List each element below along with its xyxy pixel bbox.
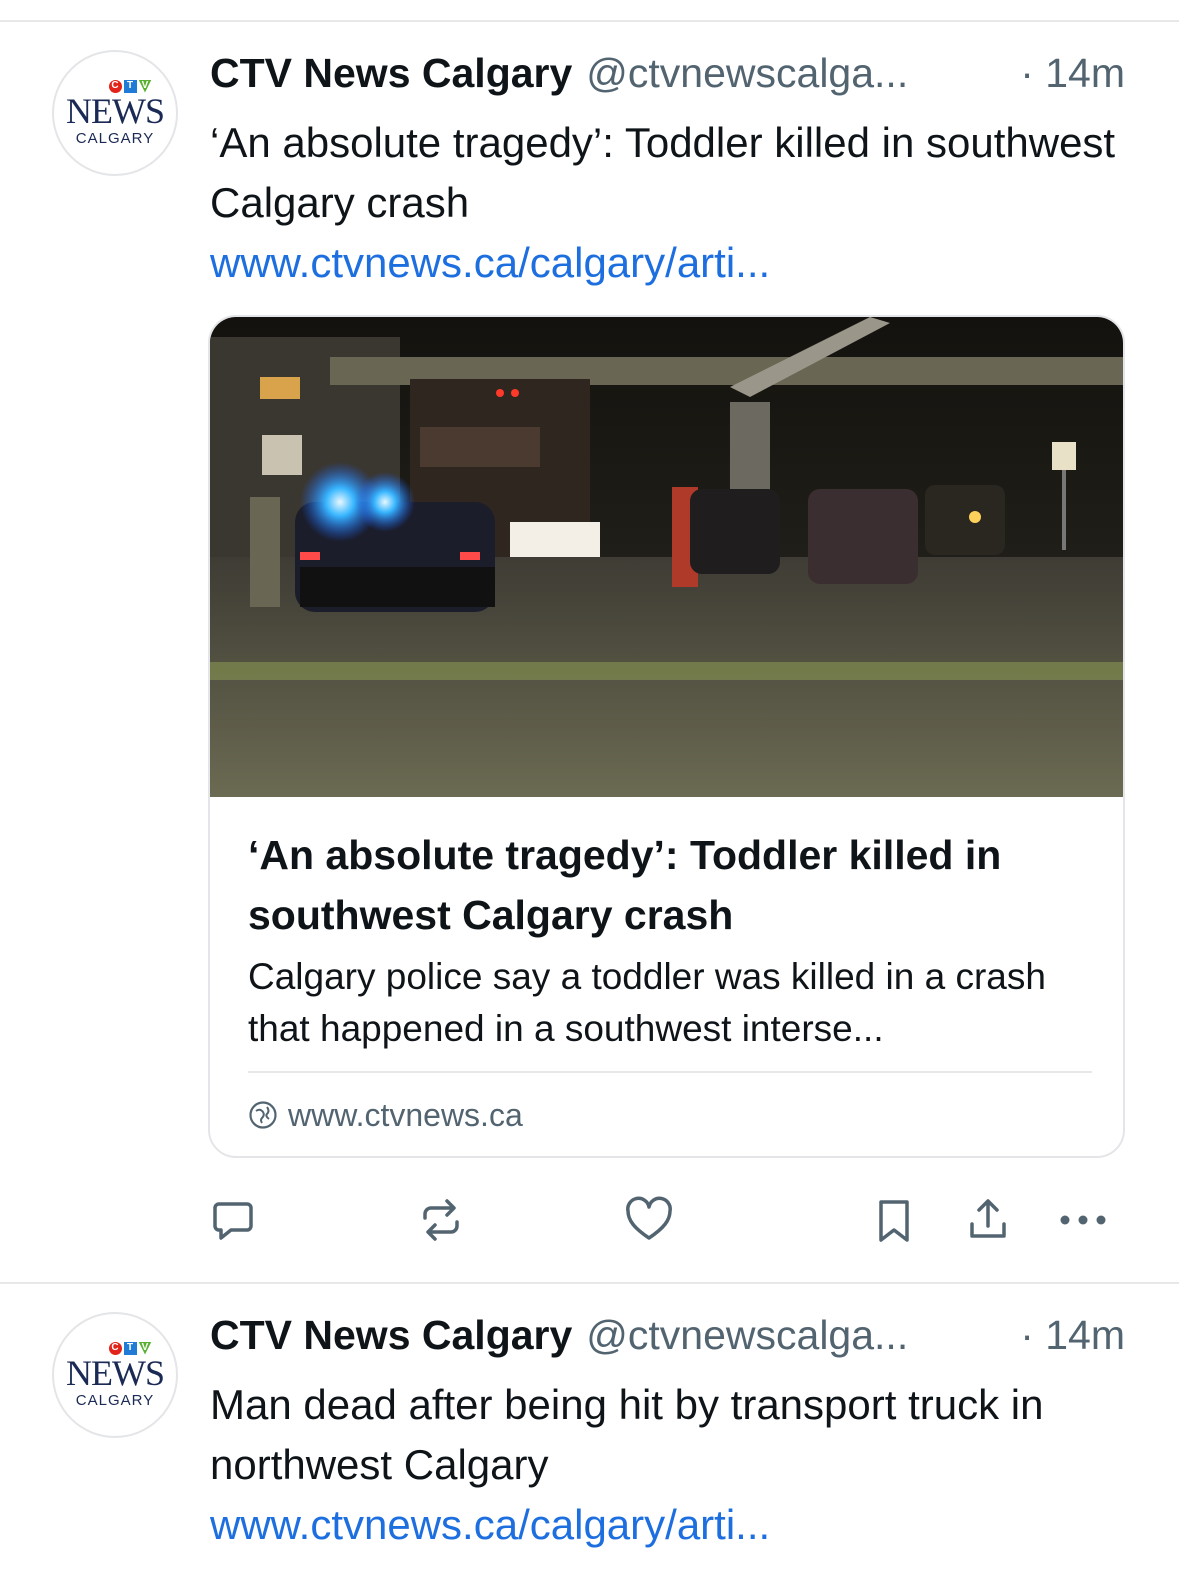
post-link[interactable]: www.ctvnews.ca/calgary/arti... bbox=[210, 1495, 1125, 1555]
logo-news-word: NEWS bbox=[66, 1352, 165, 1393]
author-handle[interactable]: @ctvnewscalga... bbox=[586, 50, 1010, 97]
post-header: CTV News Calgary @ctvnewscalga... · 14m bbox=[210, 50, 1125, 100]
avatar[interactable]: C T V NEWS CALGARY bbox=[52, 1312, 178, 1438]
post-link[interactable]: www.ctvnews.ca/calgary/arti... bbox=[210, 233, 1125, 293]
card-separator bbox=[248, 1071, 1092, 1073]
post-2[interactable]: C T V NEWS CALGARY CTV News Calgary @ctv… bbox=[0, 1262, 1179, 1580]
globe-icon bbox=[249, 1101, 277, 1129]
post-text: ‘An absolute tragedy’: Toddler killed in… bbox=[210, 119, 1116, 226]
police-scene-photo bbox=[210, 317, 1123, 797]
share-icon[interactable] bbox=[960, 1192, 1016, 1248]
post-text: Man dead after being hit by transport tr… bbox=[210, 1381, 1044, 1488]
author-name[interactable]: CTV News Calgary bbox=[210, 1312, 572, 1359]
card-title: ‘An absolute tragedy’: Toddler killed in… bbox=[248, 832, 1002, 938]
avatar[interactable]: C T V NEWS CALGARY bbox=[52, 50, 178, 176]
bookmark-icon[interactable] bbox=[866, 1192, 922, 1248]
author-handle[interactable]: @ctvnewscalga... bbox=[586, 1312, 1010, 1359]
repost-icon[interactable] bbox=[413, 1192, 469, 1248]
more-icon[interactable] bbox=[1055, 1192, 1111, 1248]
author-name[interactable]: CTV News Calgary bbox=[210, 50, 572, 97]
post-time[interactable]: · 14m bbox=[1020, 1312, 1125, 1359]
post-header: CTV News Calgary @ctvnewscalga... · 14m bbox=[210, 1312, 1125, 1362]
post-time[interactable]: · 14m bbox=[1020, 50, 1125, 97]
card-domain: www.ctvnews.ca bbox=[248, 1095, 523, 1135]
reply-icon[interactable] bbox=[205, 1192, 261, 1248]
like-icon[interactable] bbox=[621, 1192, 677, 1248]
post-actions bbox=[0, 1192, 1179, 1248]
card-description: Calgary police say a toddler was killed … bbox=[248, 956, 1046, 1049]
logo-city-word: CALGARY bbox=[75, 129, 155, 147]
logo-news-word: NEWS bbox=[66, 90, 165, 131]
post-1[interactable]: C T V NEWS CALGARY CTV News Calgary @ctv… bbox=[0, 0, 1179, 1282]
logo-city-word: CALGARY bbox=[75, 1391, 155, 1409]
link-preview-card[interactable]: ‘An absolute tragedy’: Toddler killed in… bbox=[208, 315, 1125, 1158]
card-domain-text: www.ctvnews.ca bbox=[288, 1096, 523, 1133]
